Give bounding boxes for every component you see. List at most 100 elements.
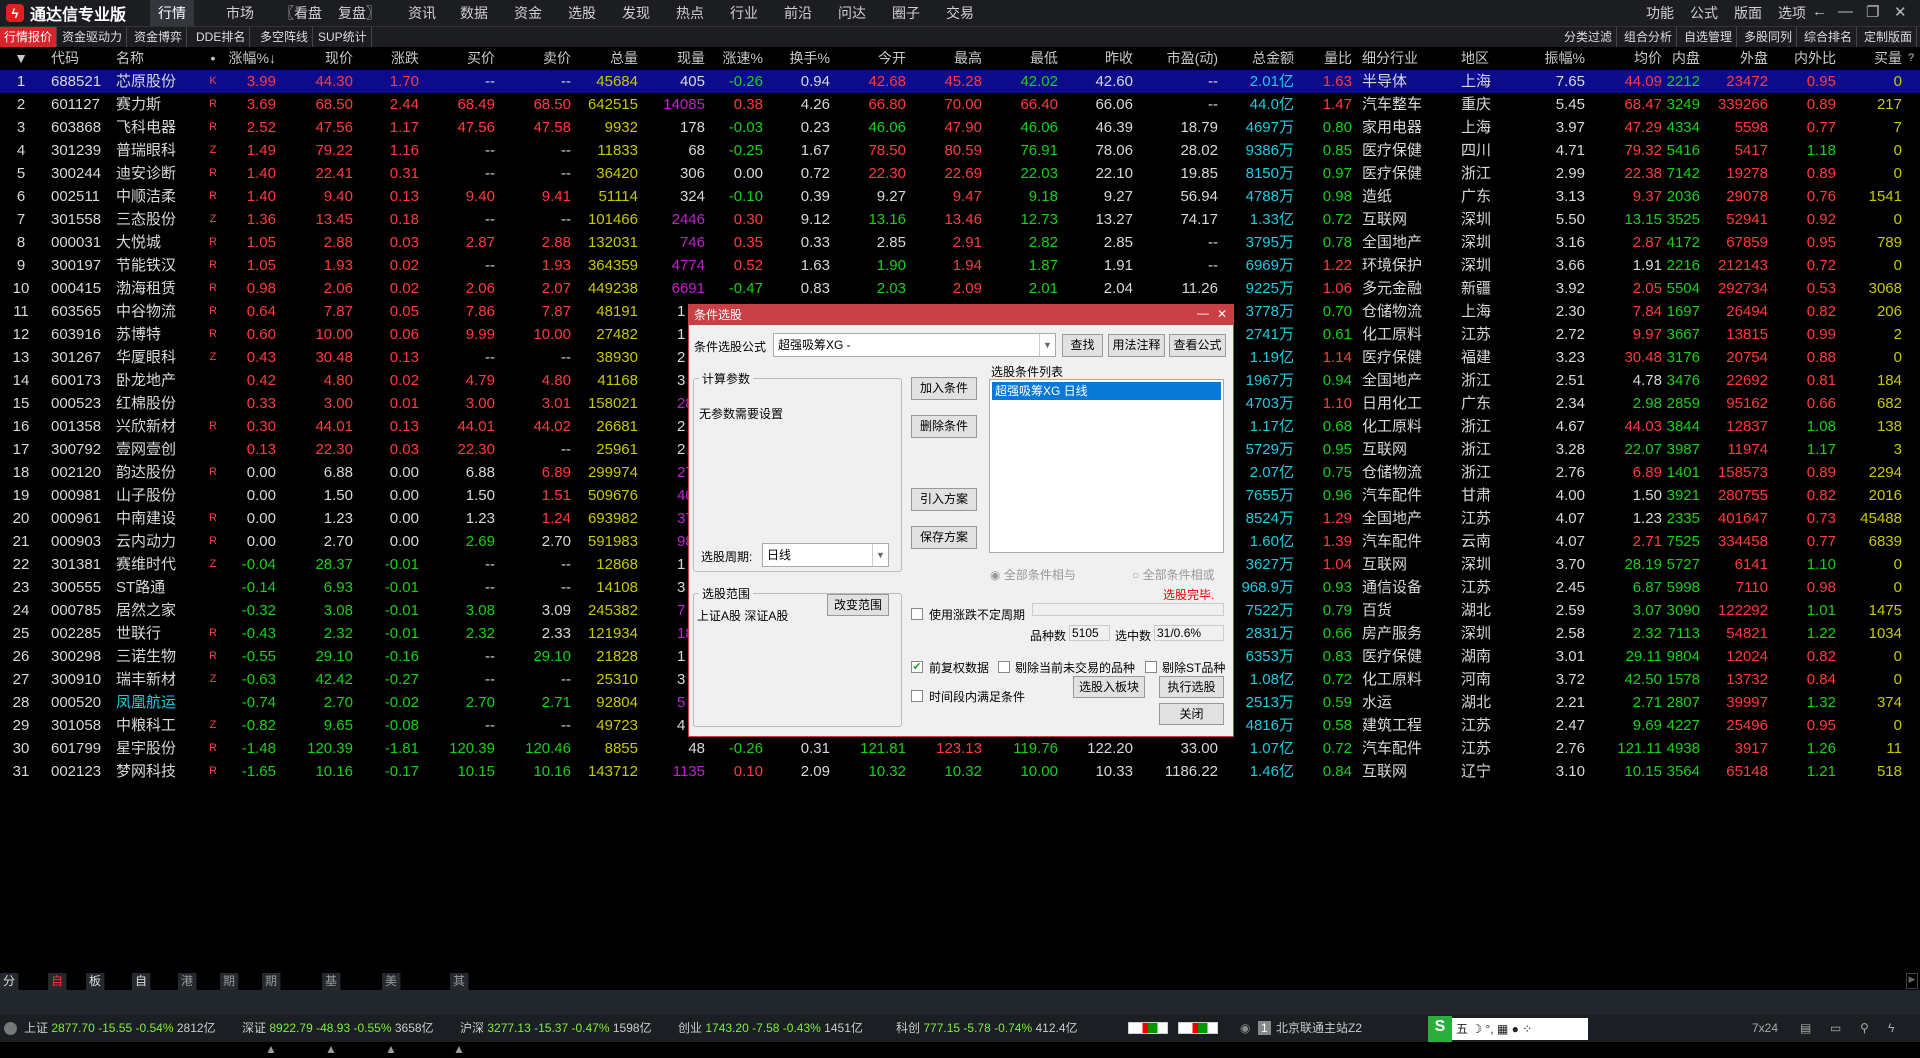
exclude-st-checkbox[interactable] [1145, 661, 1157, 673]
index-quote[interactable]: 沪深 3277.13 -15.37 -0.47% 1598亿 [460, 1015, 652, 1042]
table-row[interactable]: 3 603868 飞科电器 R 2.52 47.56 1.17 47.56 47.58 9932 1… [0, 116, 1920, 139]
menu-right-item[interactable]: 版面 [1726, 0, 1770, 26]
subtab-right[interactable]: 自选管理 [1680, 27, 1738, 47]
column-header-hy[interactable]: 细分行业 [1362, 47, 1418, 69]
change-range-button[interactable]: 改变范围 [827, 594, 889, 616]
period-select[interactable]: 日线 ▼ [762, 543, 889, 567]
menu-item[interactable]: 数据 [452, 0, 496, 26]
column-header-lb[interactable]: 量比 [1252, 47, 1352, 69]
expand-icon[interactable] [4, 1022, 17, 1035]
column-header-code[interactable]: 代码 [51, 47, 79, 69]
radio-or[interactable]: ○ 全部条件相或 [1132, 566, 1215, 583]
execute-button[interactable]: 执行选股 [1159, 676, 1224, 698]
table-row[interactable]: 1 688521 芯原股份 K 3.99 44.30 1.70 -- -- 45684 405 -0.… [0, 70, 1920, 93]
find-button[interactable]: 查找 [1062, 334, 1103, 357]
table-row[interactable]: 4 301239 普瑞眼科 Z 1.49 79.22 1.16 -- -- 11833 68 -0.2… [0, 139, 1920, 162]
subtab-right[interactable]: 定制版面 [1860, 27, 1918, 47]
table-row[interactable]: 8 000031 大悦城 R 1.05 2.88 0.03 2.87 2.88 132031 746… [0, 231, 1920, 254]
usage-button[interactable]: 用法注释 [1108, 334, 1165, 357]
menu-item[interactable]: 交易 [938, 0, 982, 26]
help-icon[interactable]: ? [1908, 47, 1914, 69]
delete-condition-button[interactable]: 删除条件 [911, 415, 977, 438]
table-row[interactable]: 7 301558 三态股份 Z 1.36 13.45 0.18 -- -- 101466 2446 0… [0, 208, 1920, 231]
subtab[interactable]: DDE排名 [192, 27, 251, 47]
menu-item[interactable]: 行业 [722, 0, 766, 26]
subtab[interactable]: 多空阵线 [256, 27, 314, 47]
fq-checkbox[interactable]: ✔ [911, 661, 923, 673]
menu-item[interactable]: 资讯 [400, 0, 444, 26]
menu-item[interactable]: 热点 [668, 0, 712, 26]
table-row[interactable]: 2 601127 赛力斯 R 3.69 68.50 2.44 68.49 68.50 642515… [0, 93, 1920, 116]
broadcast-icon[interactable]: ◉ [1240, 1015, 1250, 1042]
view-formula-button[interactable]: 查看公式 [1169, 334, 1226, 357]
menu-item[interactable]: 前沿 [776, 0, 820, 26]
subtab-right[interactable]: 分类过滤 [1560, 27, 1618, 47]
user-icon[interactable]: ● [1512, 1022, 1519, 1036]
condition-list[interactable]: 超强吸筹XG 日线 [989, 379, 1224, 553]
category-tab[interactable]: 美股环球▲ [382, 973, 402, 1056]
menu-right-item[interactable]: 选项 [1770, 0, 1814, 26]
menu-item[interactable]: 市场 [218, 0, 262, 26]
formula-select[interactable]: 超强吸筹XG - ▼ [773, 333, 1056, 357]
radio-and[interactable]: ◉ 全部条件相与 [990, 566, 1076, 583]
index-quote[interactable]: 上证 2877.70 -15.55 -0.54% 2812亿 [24, 1015, 216, 1042]
column-header-idx[interactable]: ▼ [1, 47, 41, 69]
ime-bar[interactable]: S 五 ☽ °, ▦ ● ⁘ [1428, 1016, 1588, 1042]
moon-icon[interactable]: ☽ [1471, 1022, 1482, 1036]
chevron-down-icon[interactable]: ▼ [872, 544, 888, 566]
import-plan-button[interactable]: 引入方案 [911, 488, 977, 511]
grid-icon[interactable]: ⁘ [1522, 1022, 1532, 1036]
table-row[interactable]: 6 002511 中顺洁柔 R 1.40 9.40 0.13 9.40 9.41 51114 324… [0, 185, 1920, 208]
subtab-right[interactable]: 组合分析 [1620, 27, 1678, 47]
minimize-icon[interactable]: — [1197, 306, 1209, 320]
subtab[interactable]: 资金博弈 [130, 27, 188, 47]
server-name[interactable]: 北京联通主站Z2 [1276, 1015, 1362, 1042]
table-row[interactable]: 30 601799 星宇股份 R -1.48 120.39 -1.81 120.39 120.4… [0, 737, 1920, 760]
menu-item[interactable]: 资金 [506, 0, 550, 26]
column-header-ml[interactable]: 买量 [1802, 47, 1902, 69]
category-tab[interactable]: 期权▲ [220, 973, 240, 1022]
index-quote[interactable]: 深证 8922.79 -48.93 -0.55% 3658亿 [242, 1015, 434, 1042]
dialog-close-button[interactable]: 关闭 [1159, 703, 1224, 725]
back-icon[interactable]: ← [1812, 3, 1827, 20]
table-row[interactable]: 9 300197 节能铁汉 R 1.05 1.93 0.02 -- 1.93 364359 4774… [0, 254, 1920, 277]
close-icon[interactable]: ✕ [1894, 3, 1907, 21]
category-tab[interactable]: 板块▲ [86, 973, 106, 1022]
use-period-checkbox[interactable] [911, 608, 923, 620]
category-tab[interactable]: 自定▲ [132, 973, 152, 1022]
scroll-right-icon[interactable]: ▶ [1906, 973, 1918, 989]
condition-list-item[interactable]: 超强吸筹XG 日线 [992, 382, 1221, 400]
menu-item[interactable]: 圈子 [884, 0, 928, 26]
menu-item[interactable]: 复盘〗 [330, 0, 388, 26]
restore-icon[interactable]: ❐ [1866, 3, 1879, 21]
menu-right-item[interactable]: 公式 [1682, 0, 1726, 26]
ime-mode[interactable]: 五 [1456, 1022, 1468, 1036]
minimize-icon[interactable]: — [1838, 3, 1853, 20]
exclude-untraded-checkbox[interactable] [998, 661, 1010, 673]
monitor-icon[interactable]: ▭ [1830, 1015, 1841, 1042]
menu-item[interactable]: 问达 [830, 0, 874, 26]
add-condition-button[interactable]: 加入条件 [911, 377, 977, 400]
menu-item[interactable]: 〖看盘 [272, 0, 330, 26]
subtab-right[interactable]: 多股同列 [1740, 27, 1798, 47]
close-icon[interactable]: ✕ [1217, 307, 1227, 321]
category-tab[interactable]: 港股▲ [178, 973, 198, 1022]
menu-right-item[interactable]: 功能 [1638, 0, 1682, 26]
table-row[interactable]: 10 000415 渤海租赁 R 0.98 2.06 0.02 2.06 2.07 449238 6… [0, 277, 1920, 300]
menu-item[interactable]: 发现 [614, 0, 658, 26]
subtab-right[interactable]: 综合排名 [1800, 27, 1858, 47]
column-header-name[interactable]: 名称 [116, 47, 144, 69]
category-tab[interactable]: 期货现货▲ [262, 973, 282, 1056]
index-quote[interactable]: 科创 777.15 -5.78 -0.74% 412.4亿 [896, 1015, 1078, 1042]
subtab[interactable]: 行情报价 [0, 27, 58, 47]
table-row[interactable]: 31 002123 梦网科技 R -1.65 10.16 -0.17 10.15 10.16 14… [0, 760, 1920, 783]
index-quote[interactable]: 创业 1743.20 -7.58 -0.43% 1451亿 [678, 1015, 863, 1042]
subtab[interactable]: SUP统计 [314, 27, 372, 47]
menu-item[interactable]: 选股 [560, 0, 604, 26]
category-tab[interactable]: 自选 [48, 973, 68, 1005]
subtab[interactable]: 资金驱动力 [58, 27, 128, 47]
chevron-down-icon[interactable]: ▼ [1039, 334, 1055, 356]
punctuation-icon[interactable]: °, [1485, 1022, 1493, 1036]
keyboard-icon[interactable]: ▦ [1497, 1022, 1508, 1036]
satellite-icon[interactable]: ⚲ [1860, 1015, 1869, 1042]
